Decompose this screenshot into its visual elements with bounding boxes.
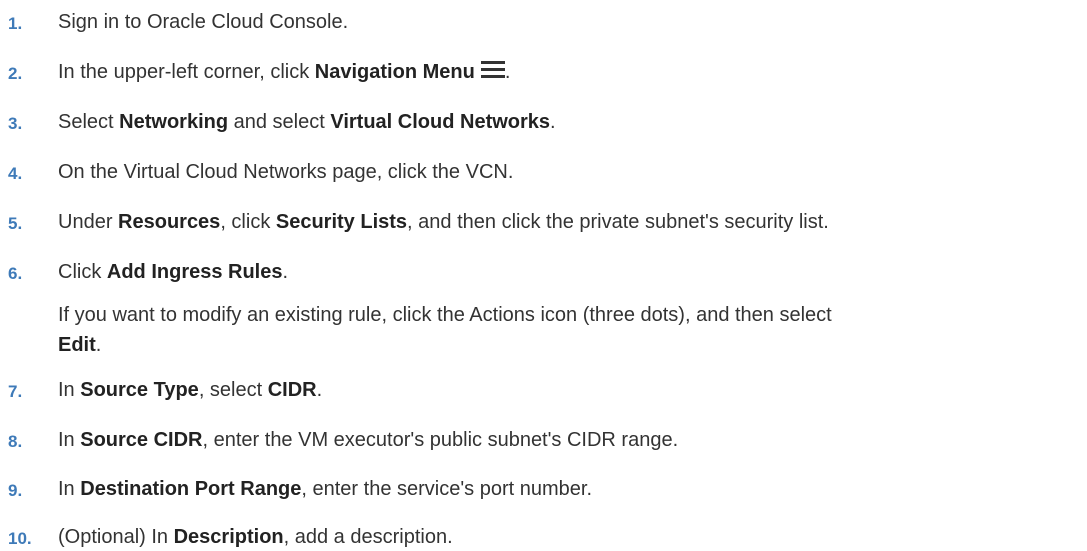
hamburger-menu-icon xyxy=(480,61,505,79)
note-line-1: If you want to modify an existing rule, … xyxy=(58,304,832,326)
step-text: Sign in to Oracle Cloud Console. xyxy=(58,11,349,33)
step-text: Under Resources, click Security Lists, a… xyxy=(58,211,829,233)
step-text: (Optional) In Description, add a descrip… xyxy=(58,526,453,548)
step-number: 4. xyxy=(8,164,23,183)
step-number: 8. xyxy=(8,432,23,451)
step-number: 5. xyxy=(8,214,23,233)
step-6-note: If you want to modify an existing rule, … xyxy=(58,300,1087,360)
note-line-2: Edit. xyxy=(58,334,102,356)
step-text: In Destination Port Range, enter the ser… xyxy=(58,478,593,500)
step-text: On the Virtual Cloud Networks page, clic… xyxy=(58,161,514,183)
step-number: 2. xyxy=(8,64,23,83)
step-number: 6. xyxy=(8,264,23,283)
step-text: In Source Type, select CIDR. xyxy=(58,379,323,401)
step-number: 10. xyxy=(8,529,32,548)
step-text: In the upper-left corner, click Navigati… xyxy=(58,61,511,83)
step-text: Click Add Ingress Rules. xyxy=(58,261,289,283)
step-number: 1. xyxy=(8,14,23,33)
step-text: Select Networking and select Virtual Clo… xyxy=(58,111,556,133)
step-text: In Source CIDR, enter the VM executor's … xyxy=(58,429,679,451)
step-number: 3. xyxy=(8,114,23,133)
step-number: 9. xyxy=(8,481,23,500)
step-number: 7. xyxy=(8,382,23,401)
